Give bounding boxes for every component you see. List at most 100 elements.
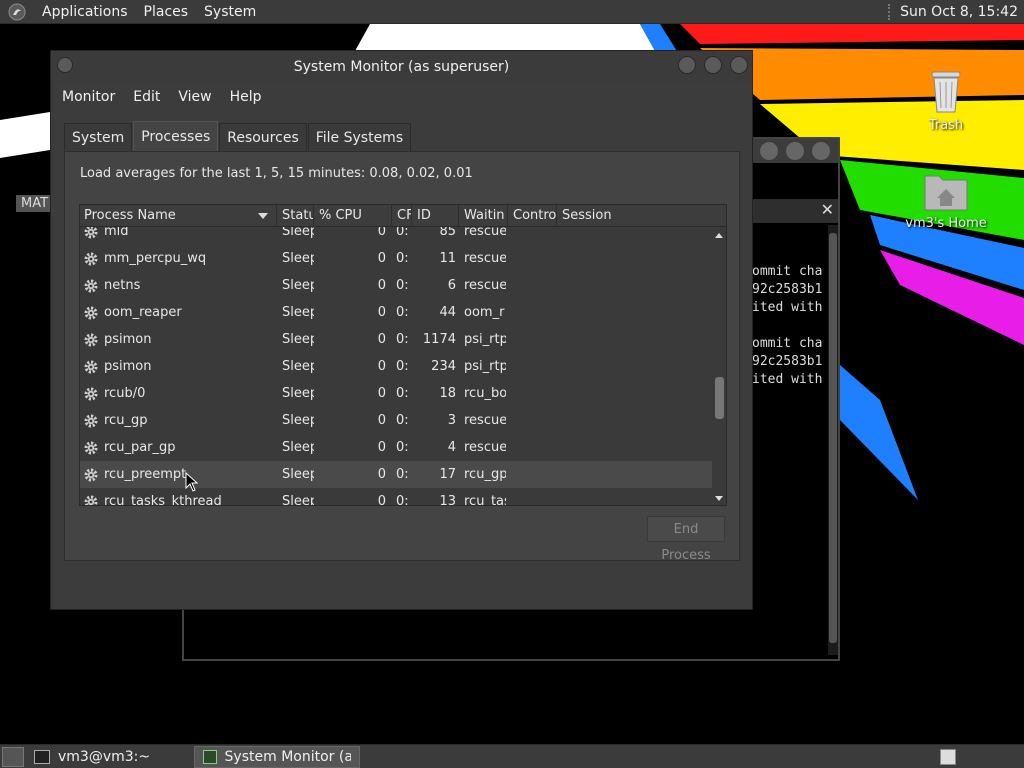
menu-help[interactable]: Help <box>221 89 271 105</box>
tab-processes[interactable]: Processes <box>133 121 219 151</box>
terminal-line: ommit cha <box>752 336 823 351</box>
cell-id: 13 <box>439 494 456 505</box>
terminal-maximize-button[interactable] <box>786 142 804 160</box>
table-row[interactable]: mld Sleep 0 0: 85 rescuer <box>80 227 714 245</box>
menu-monitor[interactable]: Monitor <box>53 89 124 105</box>
terminal-scrollbar-thumb[interactable] <box>829 233 837 643</box>
sort-descending-icon <box>258 213 268 219</box>
scroll-up-arrow-icon[interactable] <box>715 233 723 238</box>
wallpaper-stripe-blue-lower <box>840 365 918 500</box>
cell-waiting: psi_rtp <box>464 332 506 347</box>
gear-icon <box>84 279 98 293</box>
column-header-process-name[interactable]: Process Name <box>80 205 277 227</box>
menu-edit[interactable]: Edit <box>124 89 169 105</box>
close-button[interactable] <box>730 56 748 74</box>
table-row[interactable]: rcub/0 Sleep 0 0: 18 rcu_bo <box>80 380 714 407</box>
maximize-button[interactable] <box>704 56 722 74</box>
table-row[interactable]: rcu_tasks_kthreadSleep00:13rcu_tas <box>80 488 714 505</box>
processes-panel: Load averages for the last 1, 5, 15 minu… <box>64 151 740 563</box>
cell-status: Sleep <box>282 251 314 266</box>
cell-process-name: psimon <box>104 332 152 347</box>
system-monitor-icon <box>203 749 217 764</box>
column-header-status[interactable]: Statu <box>278 205 314 227</box>
cell-process-name: psimon <box>104 359 152 374</box>
cell-status: Sleep <box>282 413 314 428</box>
process-table[interactable]: Process Name Statu % CPU CF ID Waitin Co… <box>79 204 727 506</box>
mate-logo-icon[interactable] <box>8 3 26 21</box>
applications-menu[interactable]: Applications <box>34 0 136 24</box>
cell-waiting: rescuer <box>464 413 506 428</box>
window-buttons <box>678 56 748 74</box>
panel-handle[interactable] <box>888 3 894 20</box>
table-row[interactable]: oom_reaper Sleep 0 0: 44 oom_r <box>80 299 714 326</box>
cell-cpu: 0 <box>377 278 386 293</box>
table-row[interactable]: rcu_preemptSleep00:17rcu_gp <box>80 461 714 488</box>
terminal-close-button[interactable] <box>812 142 830 160</box>
window-titlebar[interactable]: System Monitor (as superuser) <box>51 51 752 83</box>
cell-process-name: rcu_gp <box>104 413 148 428</box>
table-row[interactable]: rcu_gp Sleep 0 0: 3 rescuer <box>80 407 714 434</box>
taskbar-item-terminal[interactable]: vm3@vm3:~ <box>26 746 192 768</box>
desktop-icon-home[interactable]: vm3's Home <box>896 168 996 231</box>
gear-icon <box>84 360 98 374</box>
cell-waiting: rcu_bo <box>464 386 506 401</box>
scroll-down-arrow-icon[interactable] <box>715 496 723 501</box>
desktop-icon-trash[interactable]: Trash <box>896 66 996 133</box>
taskbar-item-system-monitor[interactable]: System Monitor (as ... <box>194 745 360 768</box>
gear-icon <box>84 495 98 505</box>
table-row[interactable]: rcu_par_gp Sleep 0 0: 4 rescuer <box>80 434 714 461</box>
cell-waiting: psi_rtp <box>464 359 506 374</box>
cell-cpu-time: 0: <box>396 227 409 239</box>
gear-icon <box>84 441 98 455</box>
trash-applet-icon[interactable] <box>940 748 956 765</box>
terminal-line: ommit cha <box>752 264 823 279</box>
table-row[interactable]: psimon Sleep 0 0: 1174 psi_rtp <box>80 326 714 353</box>
cell-process-name: mld <box>104 227 129 239</box>
places-menu[interactable]: Places <box>136 0 197 24</box>
cell-id: 1174 <box>422 332 456 347</box>
table-scrollbar[interactable] <box>712 227 726 505</box>
window-menu-button[interactable] <box>57 57 73 73</box>
cell-status: Sleep <box>282 332 314 347</box>
menu-view[interactable]: View <box>169 89 220 105</box>
table-row[interactable]: psimon Sleep 0 0: 234 psi_rtp <box>80 353 714 380</box>
column-header-cpu[interactable]: % CPU <box>315 205 392 227</box>
cell-id: 11 <box>439 251 456 266</box>
cell-process-name: rcub/0 <box>104 386 146 401</box>
wallpaper-stripe-red <box>680 24 1024 44</box>
show-desktop-button[interactable] <box>2 746 24 767</box>
table-row[interactable]: netns Sleep 0 0: 6 rescuer <box>80 272 714 299</box>
tab-file-systems[interactable]: File Systems <box>307 123 412 151</box>
tab-system[interactable]: System <box>64 123 133 151</box>
gear-icon <box>84 387 98 401</box>
column-header-control[interactable]: Contro <box>509 205 557 227</box>
menu-bar: Monitor Edit View Help <box>51 83 752 111</box>
terminal-line: 92c2583b1 <box>752 354 823 369</box>
terminal-output: ommit cha 92c2583b1 ited with ommit cha 92c2… <box>752 263 832 389</box>
end-process-button[interactable]: End Process <box>647 516 725 563</box>
tab-resources[interactable]: Resources <box>219 123 307 151</box>
cell-status: Sleep <box>282 278 314 293</box>
cell-id: 3 <box>447 413 456 428</box>
clock[interactable]: Sun Oct 8, 15:42 <box>900 4 1024 20</box>
terminal-minimize-button[interactable] <box>760 142 778 160</box>
system-monitor-window[interactable]: System Monitor (as superuser) Monitor Ed… <box>50 50 753 610</box>
terminal-scrollbar[interactable] <box>828 225 838 655</box>
column-header-waiting[interactable]: Waitin <box>460 205 508 227</box>
table-row[interactable]: mm_percpu_wq Sleep 0 0: 11 rescuer <box>80 245 714 272</box>
cell-waiting: rescuer <box>464 440 506 455</box>
close-tab-icon[interactable]: ✕ <box>821 200 834 219</box>
gear-icon <box>84 227 98 239</box>
column-header-cpu-time[interactable]: CF <box>393 205 412 227</box>
mat-label: MAT <box>16 195 54 212</box>
scrollbar-thumb[interactable] <box>715 377 724 419</box>
terminal-icon <box>34 749 50 764</box>
cell-status: Sleep <box>282 227 314 239</box>
column-header-id[interactable]: ID <box>413 205 459 227</box>
cell-status: Sleep <box>282 440 314 455</box>
cell-cpu: 0 <box>377 251 386 266</box>
minimize-button[interactable] <box>678 56 696 74</box>
system-menu[interactable]: System <box>196 0 264 24</box>
terminal-window-buttons <box>760 142 830 160</box>
column-header-session[interactable]: Session <box>558 205 714 227</box>
